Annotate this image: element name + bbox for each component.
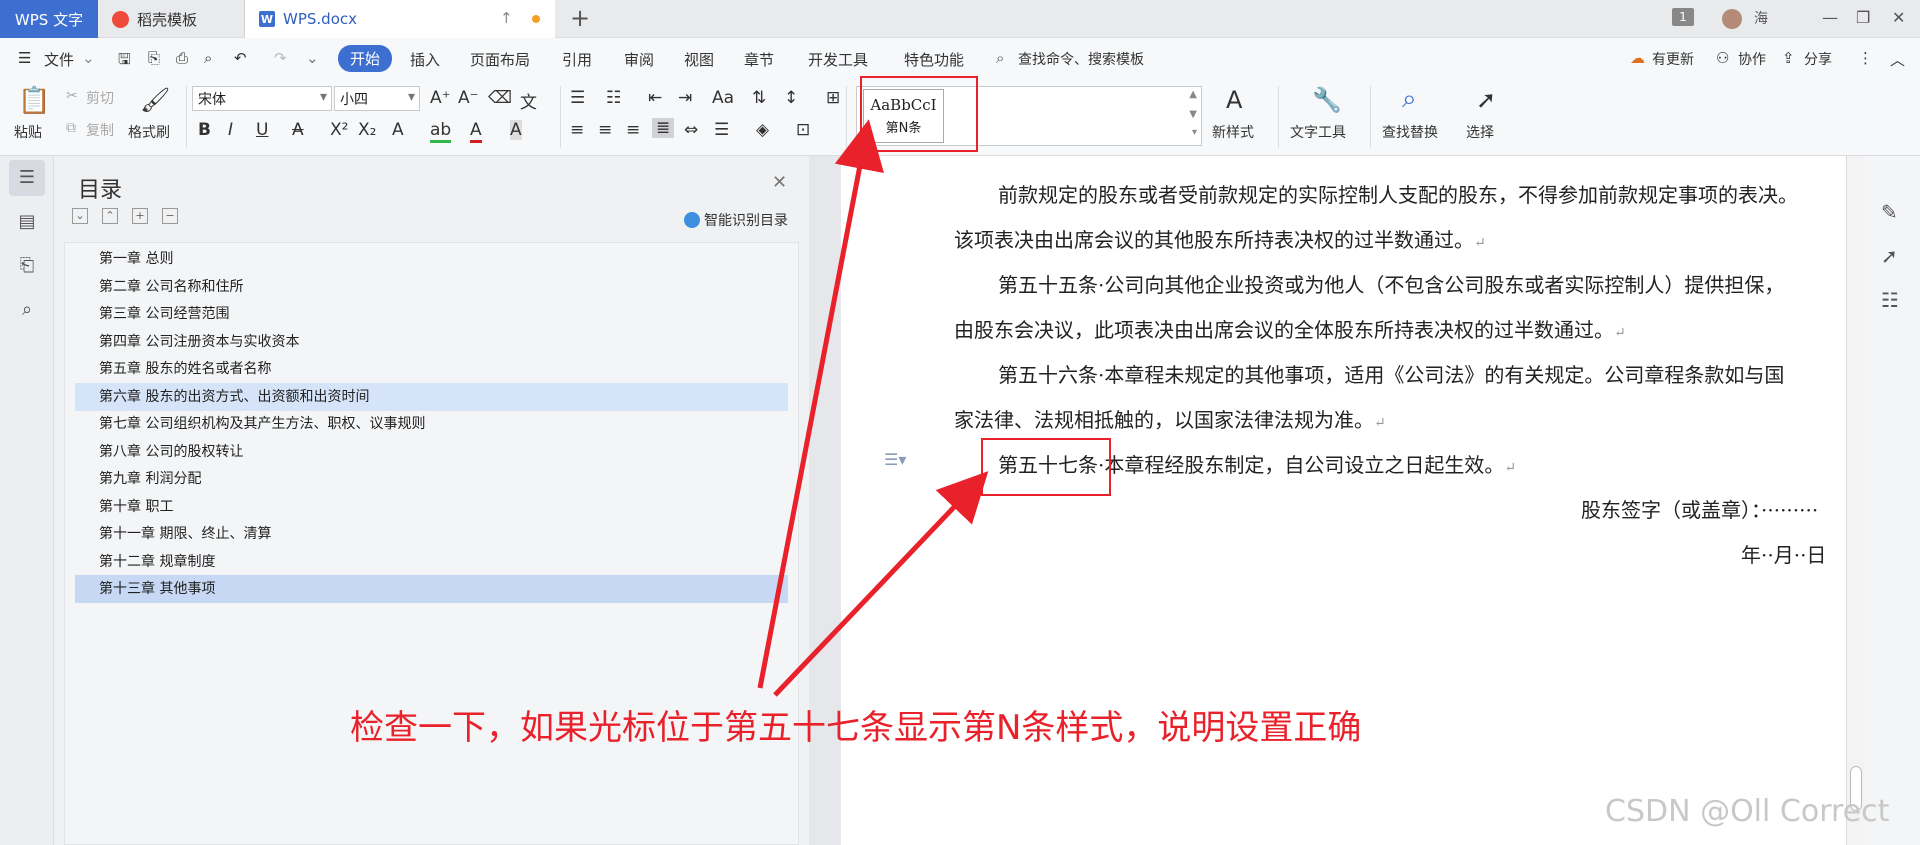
arrow-to-style — [757, 119, 884, 689]
annotation-caption: 检查一下，如果光标位于第五十七条显示第N条样式，说明设置正确 — [350, 708, 1362, 748]
arrow-to-article — [773, 471, 989, 697]
watermark: CSDN @Oll Correct — [1605, 794, 1890, 829]
